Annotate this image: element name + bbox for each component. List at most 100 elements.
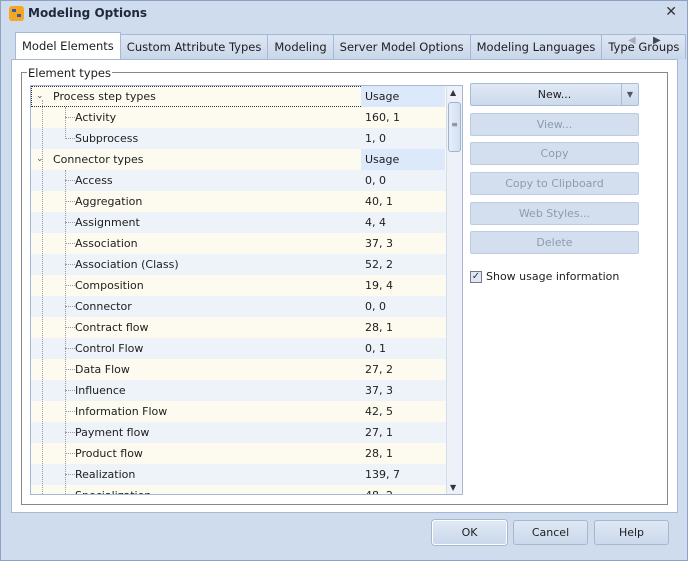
tree-connector-line bbox=[65, 201, 75, 202]
item-usage: 0, 1 bbox=[365, 342, 386, 355]
tree-item-row[interactable]: Connector 0, 0 bbox=[31, 296, 447, 317]
view-button[interactable]: View... bbox=[470, 113, 639, 136]
delete-button[interactable]: Delete bbox=[470, 231, 639, 254]
tree-item-row[interactable]: Specialization 48, 2 bbox=[31, 485, 447, 494]
tree-item-row[interactable]: Access 0, 0 bbox=[31, 170, 447, 191]
tree-item-row[interactable]: Activity 160, 1 bbox=[31, 107, 447, 128]
tab-scroll-right-icon[interactable]: ▶ bbox=[653, 35, 661, 46]
dropdown-arrow-icon[interactable]: ▼ bbox=[621, 84, 638, 105]
tree-group-row[interactable]: ⌄ Connector types Usage bbox=[31, 149, 447, 170]
tree-vertical-line bbox=[65, 107, 66, 139]
item-usage: 37, 3 bbox=[365, 237, 393, 250]
tree-item-row[interactable]: Product flow 28, 1 bbox=[31, 443, 447, 464]
item-name: Contract flow bbox=[75, 321, 149, 334]
item-usage: 37, 3 bbox=[365, 384, 393, 397]
item-usage: 139, 7 bbox=[365, 468, 400, 481]
tree-item-row[interactable]: Payment flow 27, 1 bbox=[31, 422, 447, 443]
tab-type-groups[interactable]: Type Groups bbox=[601, 34, 687, 59]
item-name: Subprocess bbox=[75, 132, 139, 145]
item-name: Product flow bbox=[75, 447, 143, 460]
tree-item-row[interactable]: Information Flow 42, 5 bbox=[31, 401, 447, 422]
help-button[interactable]: Help bbox=[594, 520, 669, 545]
tree-item-row[interactable]: Realization 139, 7 bbox=[31, 464, 447, 485]
tab-server-model-options[interactable]: Server Model Options bbox=[332, 34, 471, 59]
group-name: Connector types bbox=[53, 153, 144, 166]
item-usage: 28, 1 bbox=[365, 321, 393, 334]
checkbox-check-icon[interactable]: ✓ bbox=[470, 270, 482, 283]
cancel-button[interactable]: Cancel bbox=[513, 520, 588, 545]
item-name: Aggregation bbox=[75, 195, 143, 208]
tree-item-row[interactable]: Composition 19, 4 bbox=[31, 275, 447, 296]
tree-connector-line bbox=[65, 243, 75, 244]
element-types-group: Element types ⌄ Process step types Usage Ac… bbox=[21, 66, 668, 505]
tree-connector-line bbox=[65, 117, 75, 118]
item-usage: 1, 0 bbox=[365, 132, 386, 145]
group-name: Process step types bbox=[53, 90, 156, 103]
tree-connector-line bbox=[65, 411, 75, 412]
tree-item-row[interactable]: Subprocess 1, 0 bbox=[31, 128, 447, 149]
vertical-scrollbar[interactable]: ▲ ≡ ▼ bbox=[446, 86, 462, 494]
tab-model-elements[interactable]: Model Elements bbox=[15, 32, 121, 59]
app-icon bbox=[9, 6, 24, 21]
item-name: Activity bbox=[75, 111, 117, 124]
tree-item-row[interactable]: Contract flow 28, 1 bbox=[31, 317, 447, 338]
scroll-down-icon[interactable]: ▼ bbox=[450, 483, 456, 492]
tab-scroll-left-icon[interactable]: ◀ bbox=[628, 35, 636, 46]
tree-item-row[interactable]: Aggregation 40, 1 bbox=[31, 191, 447, 212]
tab-panel: Element types ⌄ Process step types Usage Ac… bbox=[11, 59, 678, 513]
tree-group-row[interactable]: ⌄ Process step types Usage bbox=[31, 86, 447, 107]
show-usage-label: Show usage information bbox=[486, 270, 620, 283]
item-name: Association (Class) bbox=[75, 258, 179, 271]
item-usage: 48, 2 bbox=[365, 485, 393, 494]
close-icon[interactable]: ✕ bbox=[665, 4, 677, 20]
tree-item-row[interactable]: Assignment 4, 4 bbox=[31, 212, 447, 233]
tab-strip: Model Elements Custom Attribute Types Mo… bbox=[15, 32, 687, 60]
item-usage: 0, 0 bbox=[365, 300, 386, 313]
window-title: Modeling Options bbox=[28, 6, 148, 20]
tree-connector-line bbox=[65, 327, 75, 328]
tree-vertical-line bbox=[65, 170, 66, 494]
item-name: Composition bbox=[75, 279, 144, 292]
scroll-up-icon[interactable]: ▲ bbox=[450, 88, 456, 97]
item-usage: 28, 1 bbox=[365, 447, 393, 460]
new-button[interactable]: New... ▼ bbox=[470, 83, 639, 106]
web-styles-button[interactable]: Web Styles... bbox=[470, 202, 639, 225]
tree-connector-line bbox=[65, 306, 75, 307]
tree-item-row[interactable]: Data Flow 27, 2 bbox=[31, 359, 447, 380]
tab-modeling[interactable]: Modeling bbox=[267, 34, 334, 59]
tree-connector-line bbox=[65, 348, 75, 349]
tree-item-row[interactable]: Association 37, 3 bbox=[31, 233, 447, 254]
tree-item-row[interactable]: Association (Class) 52, 2 bbox=[31, 254, 447, 275]
item-name: Connector bbox=[75, 300, 132, 313]
tree-connector-line bbox=[65, 264, 75, 265]
ok-button[interactable]: OK bbox=[432, 520, 507, 545]
tab-custom-attribute-types[interactable]: Custom Attribute Types bbox=[119, 34, 269, 59]
scroll-thumb[interactable]: ≡ bbox=[448, 102, 461, 152]
copy-to-clipboard-button[interactable]: Copy to Clipboard bbox=[470, 172, 639, 195]
item-name: Access bbox=[75, 174, 113, 187]
tab-modeling-languages[interactable]: Modeling Languages bbox=[469, 34, 603, 59]
item-usage: 40, 1 bbox=[365, 195, 393, 208]
item-usage: 160, 1 bbox=[365, 111, 400, 124]
item-usage: 27, 2 bbox=[365, 363, 393, 376]
item-name: Influence bbox=[75, 384, 126, 397]
item-name: Specialization bbox=[75, 485, 151, 494]
new-label: New... bbox=[537, 88, 572, 101]
tree-item-row[interactable]: Control Flow 0, 1 bbox=[31, 338, 447, 359]
copy-button[interactable]: Copy bbox=[470, 142, 639, 165]
show-usage-checkbox[interactable]: ✓ Show usage information bbox=[470, 270, 619, 283]
usage-header: Usage bbox=[361, 149, 445, 170]
tree-item-row[interactable]: Influence 37, 3 bbox=[31, 380, 447, 401]
item-usage: 27, 1 bbox=[365, 426, 393, 439]
item-name: Payment flow bbox=[75, 426, 150, 439]
tree-connector-line bbox=[65, 453, 75, 454]
tree-root-line bbox=[42, 100, 43, 494]
element-types-tree[interactable]: ⌄ Process step types Usage Activity 160, 1 Su… bbox=[30, 85, 463, 495]
item-usage: 52, 2 bbox=[365, 258, 393, 271]
item-usage: 42, 5 bbox=[365, 405, 393, 418]
item-name: Data Flow bbox=[75, 363, 130, 376]
modeling-options-dialog: Modeling Options ✕ Model Elements Custom… bbox=[0, 0, 688, 561]
tree-connector-line bbox=[65, 390, 75, 391]
tree-connector-line bbox=[65, 474, 75, 475]
tree-connector-line bbox=[65, 222, 75, 223]
